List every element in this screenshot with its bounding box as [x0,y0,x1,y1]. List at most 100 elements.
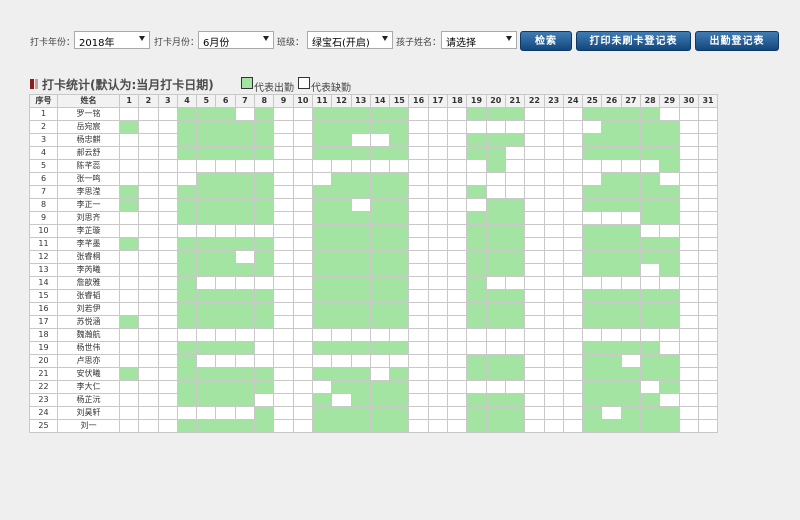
absent-cell [157,198,178,212]
present-cell [176,120,198,134]
month-select[interactable]: 6月份 [198,31,274,49]
student-name: 罗一铭 [57,107,120,121]
absent-cell [138,250,159,264]
table-row: 19 杨世伟 [29,341,719,355]
present-cell [582,133,603,147]
absent-cell [427,172,449,186]
absent-cell [389,354,410,368]
absent-cell [543,419,564,433]
absent-cell [678,302,699,316]
table-row: 18 魏瀚航 [29,328,719,342]
class-select[interactable]: 绿宝石(开启) [307,31,393,49]
row-index: 3 [29,133,58,147]
present-cell [176,302,198,316]
absent-cell [427,315,449,329]
present-cell [350,146,371,160]
absent-cell [157,120,178,134]
present-cell [485,289,506,303]
absent-cell [254,341,275,355]
absent-cell [562,419,584,433]
search-button[interactable]: 检索 [520,31,572,51]
absent-cell [292,354,313,368]
absent-cell [157,419,178,433]
present-cell [331,172,352,186]
absent-cell [678,367,699,381]
absent-cell [157,328,178,342]
table-row: 3 杨忠麒 [29,133,719,147]
present-cell [215,341,236,355]
absent-cell [273,302,294,316]
present-cell [659,198,680,212]
present-cell [196,120,217,134]
absent-cell [273,393,294,407]
absent-cell [427,419,449,433]
present-cell [659,315,680,329]
absent-cell [408,133,429,147]
present-cell [254,120,275,134]
present-cell [620,107,642,121]
absent-cell [273,250,294,264]
student-name: 刘若伊 [57,302,120,316]
absent-cell [504,185,526,199]
absent-cell [157,276,178,290]
absent-cell [678,393,699,407]
present-cell [254,146,275,160]
present-cell [331,406,352,420]
absent-cell [273,263,294,277]
absent-cell [678,211,699,225]
absent-cell [524,133,545,147]
print-unchecked-button[interactable]: 打印未刷卡登记表 [576,31,691,51]
present-cell [350,120,371,134]
absent-cell [331,354,352,368]
present-cell [176,289,198,303]
absent-cell [138,198,159,212]
absent-cell [157,289,178,303]
year-select[interactable]: 2018年 [74,31,150,49]
present-cell [601,107,622,121]
present-cell [350,289,371,303]
present-cell [254,419,275,433]
present-cell [234,146,256,160]
absent-cell [524,198,545,212]
row-index: 4 [29,146,58,160]
absent-cell [543,315,564,329]
absent-cell [234,224,256,238]
child-select[interactable]: 请选择 [441,31,517,49]
present-cell [196,237,217,251]
present-cell [254,107,275,121]
absent-cell [447,263,468,277]
table-row: 25 刘一 [29,419,719,433]
absent-cell [640,224,661,238]
absent-cell [601,276,622,290]
present-cell [311,393,333,407]
absent-cell [524,341,545,355]
present-cell [620,419,642,433]
table-header-row: 序号 姓名 1 2 3 4 5 6 7 8 9 10 11 12 13 14 15 16 17 18 19 20 21 22 2… [29,94,719,108]
present-cell [485,250,506,264]
absent-cell [273,224,294,238]
absent-cell [697,419,719,433]
absent-cell [292,185,313,199]
present-cell [350,211,371,225]
present-cell [640,133,661,147]
absent-cell [697,406,719,420]
absent-cell [427,406,449,420]
absent-cell [408,198,429,212]
absent-cell [311,328,333,342]
student-name: 张一鸣 [57,172,120,186]
absent-cell [697,328,719,342]
absent-cell [524,328,545,342]
present-cell [601,250,622,264]
absent-cell [466,328,487,342]
absent-cell [427,146,449,160]
absent-cell [678,380,699,394]
present-cell [620,302,642,316]
absent-cell [524,250,545,264]
present-cell [640,172,661,186]
absent-legend-swatch [298,77,310,89]
present-cell [311,211,333,225]
present-cell [466,146,487,160]
attendance-register-button[interactable]: 出勤登记表 [695,31,779,51]
present-cell [254,172,275,186]
absent-cell [447,276,468,290]
